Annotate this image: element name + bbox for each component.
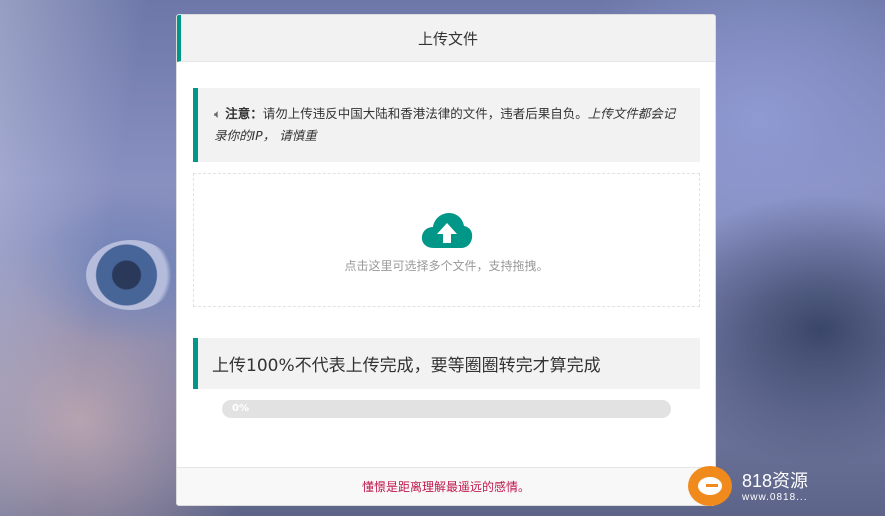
- footer-quote: 懂憬是距离理解最遥远的感情。: [361, 480, 530, 494]
- speaker-icon: 🔈︎: [214, 107, 222, 121]
- watermark: 818资源 www.0818...: [688, 466, 808, 506]
- upload-notice-title: 上传100%不代表上传完成，要等圈圈转完才算完成: [193, 338, 700, 389]
- watermark-logo-icon: [688, 466, 732, 506]
- page-title: 上传文件: [417, 29, 478, 48]
- background-eye: [86, 240, 176, 310]
- file-dropzone[interactable]: 点击这里可选择多个文件，支持拖拽。: [193, 173, 700, 307]
- dropzone-hint: 点击这里可选择多个文件，支持拖拽。: [344, 259, 549, 273]
- watermark-url: www.0818...: [742, 491, 808, 503]
- progress-text: 0%: [232, 403, 249, 414]
- upload-progress-bar: 0%: [222, 400, 671, 418]
- notice-label: 注意：: [225, 106, 263, 121]
- notice-text: 请勿上传违反中国大陆和香港法律的文件，违者后果自负。: [262, 106, 588, 121]
- upload-panel: 上传文件 🔈︎ 注意：请勿上传违反中国大陆和香港法律的文件，违者后果自负。上传文件…: [176, 14, 716, 506]
- watermark-text: 818资源 www.0818...: [742, 470, 808, 503]
- panel-header: 上传文件: [177, 15, 715, 62]
- cloud-upload-icon: [421, 213, 472, 248]
- notice-box: 🔈︎ 注意：请勿上传违反中国大陆和香港法律的文件，违者后果自负。上传文件都会记录你…: [193, 88, 700, 162]
- panel-footer: 懂憬是距离理解最遥远的感情。: [177, 467, 715, 505]
- watermark-name: 818资源: [742, 470, 809, 491]
